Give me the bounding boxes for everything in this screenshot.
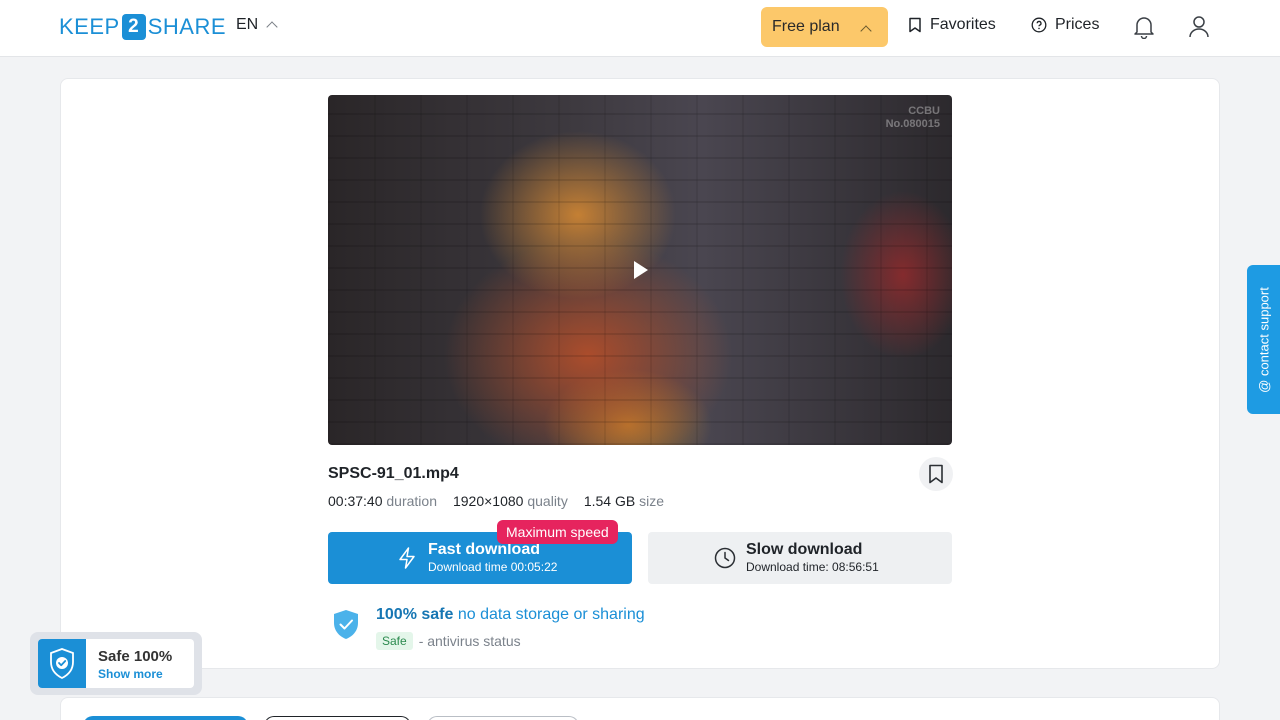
bookmark-icon bbox=[909, 17, 921, 33]
language-selector[interactable]: EN bbox=[236, 16, 278, 34]
file-meta: 00:37:40 duration 1920×1080 quality 1.54… bbox=[328, 493, 664, 509]
play-icon[interactable] bbox=[634, 261, 648, 279]
video-watermark: CCBU No.080015 bbox=[886, 105, 940, 131]
clock-icon bbox=[714, 547, 736, 569]
meta-size: 1.54 GB size bbox=[584, 493, 664, 509]
video-preview[interactable]: CCBU No.080015 bbox=[328, 95, 952, 445]
notification-bell-icon[interactable] bbox=[1133, 15, 1155, 39]
safe-chip: Safe bbox=[376, 632, 413, 650]
prices-link[interactable]: Prices bbox=[1031, 16, 1099, 34]
fast-download-time: Download time 00:05:22 bbox=[428, 560, 558, 574]
watermark-line2: No.080015 bbox=[885, 118, 940, 130]
slow-download-title: Slow download bbox=[746, 541, 863, 558]
user-account-icon[interactable] bbox=[1188, 15, 1210, 39]
tab-pill-active[interactable] bbox=[83, 716, 248, 720]
quality-value: 1920×1080 bbox=[452, 493, 524, 509]
chevron-up-icon bbox=[860, 25, 872, 37]
logo-text-two: 2 bbox=[121, 14, 146, 40]
size-label: size bbox=[639, 493, 664, 509]
contact-support-label: @ contact support bbox=[1256, 286, 1271, 393]
shield-check-icon bbox=[50, 647, 74, 679]
safe-badge-title: Safe 100% bbox=[98, 648, 173, 665]
safety-headline: 100% safe no data storage or sharing bbox=[376, 606, 645, 624]
antivirus-status-label: - antivirus status bbox=[418, 633, 521, 649]
contact-support-tab[interactable]: @ contact support bbox=[1247, 265, 1280, 414]
safe-badge-widget[interactable]: Safe 100% Show more bbox=[30, 632, 202, 695]
free-plan-button[interactable]: Free plan bbox=[761, 7, 888, 47]
fast-download-text: Fast download Download time 00:05:22 bbox=[428, 541, 557, 575]
safety-bold: 100% safe bbox=[376, 606, 454, 623]
tab-pill[interactable] bbox=[427, 716, 579, 720]
tab-pill[interactable] bbox=[264, 716, 411, 720]
shield-check-icon bbox=[334, 610, 358, 639]
slow-download-text: Slow download Download time: 08:56:51 bbox=[746, 541, 879, 575]
help-circle-icon bbox=[1031, 17, 1047, 33]
language-label: EN bbox=[236, 16, 259, 33]
top-header: KEEP 2 SHARE EN Free plan Favorites Pric… bbox=[0, 0, 1280, 57]
shield-box bbox=[38, 639, 86, 688]
bookmark-icon bbox=[929, 464, 943, 484]
quality-label: quality bbox=[527, 493, 568, 509]
prices-label: Prices bbox=[1055, 16, 1100, 33]
maximum-speed-badge: Maximum speed bbox=[497, 520, 618, 544]
logo-text-keep: KEEP bbox=[59, 14, 120, 39]
chevron-up-icon bbox=[266, 21, 278, 33]
show-more-link[interactable]: Show more bbox=[98, 667, 163, 681]
safety-rest: no data storage or sharing bbox=[453, 606, 645, 623]
favorites-label: Favorites bbox=[930, 16, 996, 33]
logo-text-share: SHARE bbox=[147, 14, 226, 39]
keep2share-logo[interactable]: KEEP 2 SHARE bbox=[59, 14, 226, 40]
favorites-link[interactable]: Favorites bbox=[908, 16, 996, 34]
slow-download-time: Download time: 08:56:51 bbox=[746, 560, 879, 574]
file-name: SPSC-91_01.mp4 bbox=[328, 465, 459, 482]
lightning-icon bbox=[396, 546, 418, 570]
duration-value: 00:37:40 bbox=[328, 493, 383, 509]
safe-badge-inner: Safe 100% Show more bbox=[38, 639, 194, 688]
meta-duration: 00:37:40 duration bbox=[328, 493, 437, 509]
watermark-line1: CCBU bbox=[908, 105, 940, 117]
slow-download-button[interactable]: Slow download Download time: 08:56:51 bbox=[648, 532, 952, 584]
meta-quality: 1920×1080 quality bbox=[453, 493, 568, 509]
free-plan-label: Free plan bbox=[772, 18, 840, 35]
antivirus-status: Safe - antivirus status bbox=[376, 632, 521, 650]
size-value: 1.54 GB bbox=[583, 493, 636, 509]
add-to-favorites-button[interactable] bbox=[919, 457, 953, 491]
secondary-card bbox=[60, 697, 1220, 720]
duration-label: duration bbox=[386, 493, 437, 509]
